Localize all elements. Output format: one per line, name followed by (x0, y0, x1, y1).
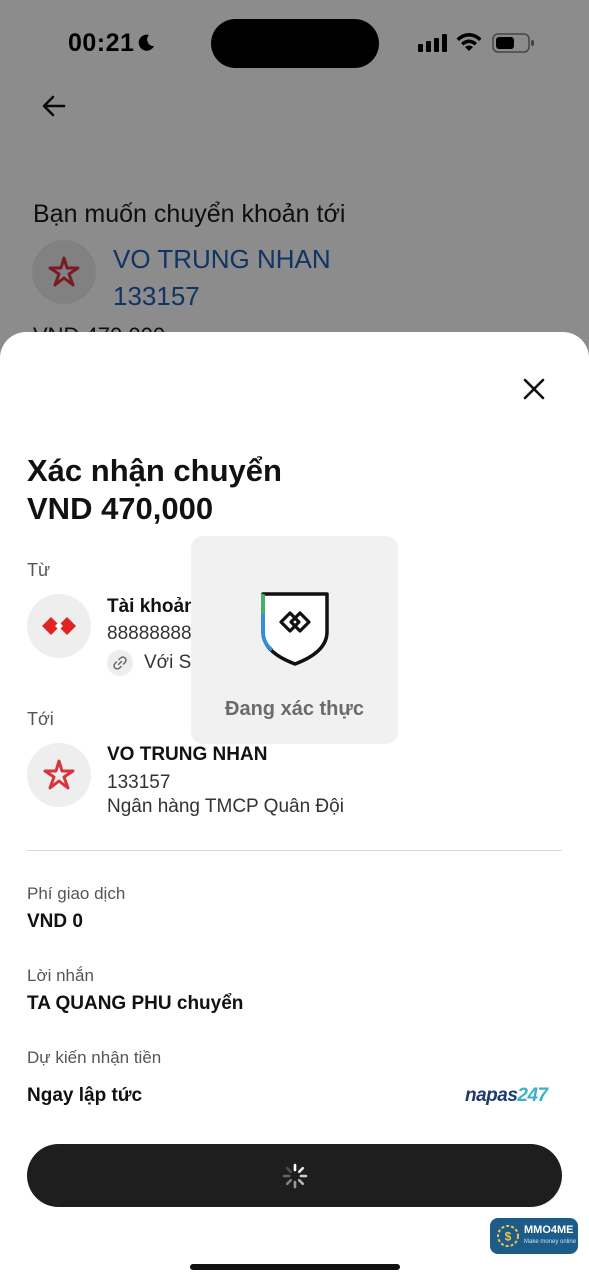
mb-bank-star-icon (43, 759, 75, 790)
message-label: Lời nhắn (27, 966, 94, 985)
watermark-tagline: Make money online (524, 1239, 577, 1245)
source-account-number: 88888888 (107, 623, 192, 644)
fee-label: Phí giao dịch (27, 884, 126, 903)
confirm-transfer-button[interactable] (27, 1144, 562, 1207)
recipient-name: VO TRUNG NHAN (107, 744, 268, 765)
from-label: Từ (27, 560, 51, 580)
eta-value: Ngay lập tức (27, 1085, 143, 1106)
security-shield-icon (261, 592, 329, 666)
close-icon[interactable] (519, 374, 549, 404)
to-label: Tới (27, 709, 54, 729)
divider (27, 850, 562, 851)
confirm-transfer-sheet: Xác nhận chuyển VND 470,000 Từ Tài khoản… (0, 332, 589, 1280)
verifying-text: Đang xác thực (225, 698, 364, 720)
source-account-title: Tài khoản (107, 596, 196, 617)
recipient-bank-name: Ngân hàng TMCP Quân Đội (107, 796, 344, 817)
message-value: TA QUANG PHU chuyển (27, 993, 244, 1014)
eta-label: Dự kiến nhận tiền (27, 1048, 162, 1067)
fee-value: VND 0 (27, 911, 83, 932)
recipient-account-number: 133157 (107, 772, 171, 793)
link-icon (113, 656, 127, 670)
sheet-title: Xác nhận chuyển (27, 453, 282, 488)
napas-247-logo: napas247 (465, 1085, 548, 1107)
loading-spinner-icon (282, 1163, 307, 1188)
home-indicator (190, 1264, 400, 1270)
watermark-badge: $ MMO4ME Make money online (490, 1218, 578, 1254)
source-with-text: Với S (144, 652, 192, 673)
napas-brand: napas (465, 1085, 518, 1106)
svg-text:$: $ (505, 1230, 512, 1244)
napas-number: 247 (517, 1085, 548, 1106)
source-bank-avatar (27, 594, 91, 658)
transfer-amount: VND 470,000 (27, 491, 214, 526)
link-chip (107, 650, 133, 676)
watermark-brand: MMO4ME (524, 1224, 574, 1236)
recipient-bank-avatar (27, 743, 91, 807)
techcombank-logo-icon (42, 617, 76, 635)
verifying-popup: Đang xác thực (191, 536, 398, 744)
dollar-coin-icon: $ (497, 1225, 519, 1247)
